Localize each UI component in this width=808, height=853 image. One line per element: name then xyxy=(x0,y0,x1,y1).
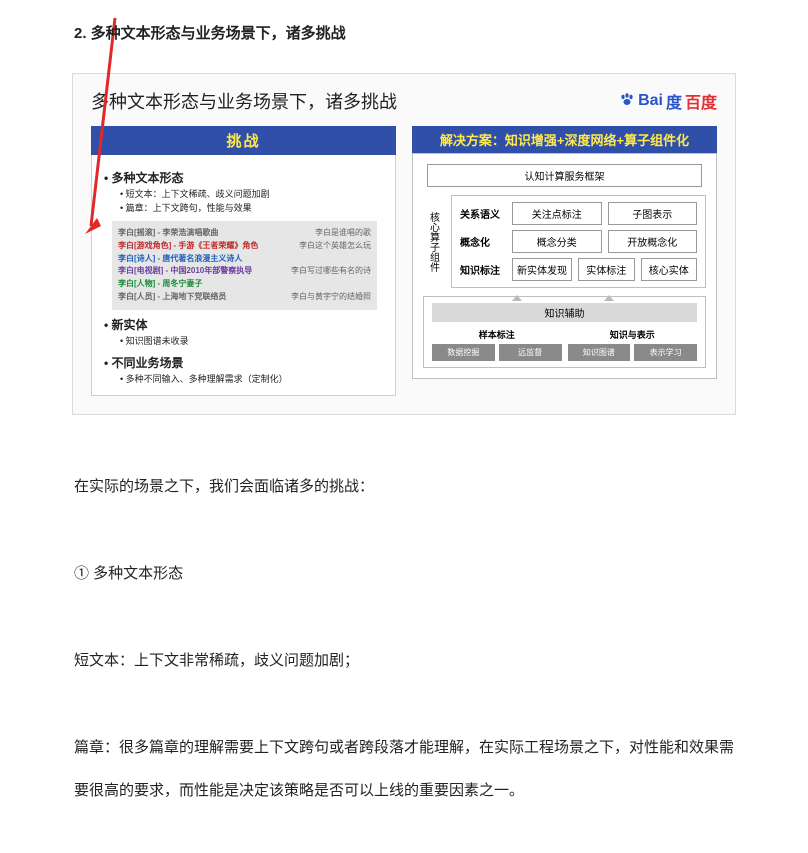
baidu-logo: Bai度 百度 xyxy=(619,89,717,113)
example-box: 李白[摇滚] - 李荣浩演唱歌曲李白是谁唱的歌 李白[游戏角色] - 手游《王者… xyxy=(112,221,377,310)
paragraph: 在实际的场景之下，我们会面临诸多的挑战： xyxy=(74,465,734,509)
article-body: 在实际的场景之下，我们会面临诸多的挑战： ① 多种文本形态 短文本：上下文非常稀… xyxy=(64,465,744,813)
challenge-1-title: 多种文本形态 xyxy=(104,169,385,186)
slide-title: 多种文本形态与业务场景下，诸多挑战 xyxy=(91,88,397,114)
framework-box: 认知计算服务框架 xyxy=(427,164,702,187)
section-heading: 2. 多种文本形态与业务场景下，诸多挑战 xyxy=(74,22,744,43)
challenge-2-title: 新实体 xyxy=(104,316,385,333)
challenge-3-title: 不同业务场景 xyxy=(104,354,385,371)
challenges-bar: 挑战 xyxy=(91,126,396,155)
solution-column: 解决方案：知识增强+深度网络+算子组件化 认知计算服务框架 核心算子组件 关系语… xyxy=(412,126,717,396)
challenges-column: 挑战 多种文本形态 短文本：上下文稀疏、歧义问题加剧 篇章：上下文跨句，性能与效… xyxy=(91,126,396,396)
paragraph: 篇章：很多篇章的理解需要上下文跨句或者跨段落才能理解，在实际工程场景之下，对性能… xyxy=(74,726,734,813)
core-side-label: 核心算子组件 xyxy=(423,195,443,288)
slide: 多种文本形态与业务场景下，诸多挑战 Bai度 百度 挑战 多种文本形态 短文本：… xyxy=(72,73,736,415)
paw-icon xyxy=(619,92,635,111)
paragraph: ① 多种文本形态 xyxy=(74,552,734,596)
assist-block: 知识辅助 样本标注 数据挖掘 远监督 知识与表示 xyxy=(423,296,706,368)
paragraph: 短文本：上下文非常稀疏，歧义问题加剧； xyxy=(74,639,734,683)
solution-bar: 解决方案：知识增强+深度网络+算子组件化 xyxy=(412,126,717,153)
